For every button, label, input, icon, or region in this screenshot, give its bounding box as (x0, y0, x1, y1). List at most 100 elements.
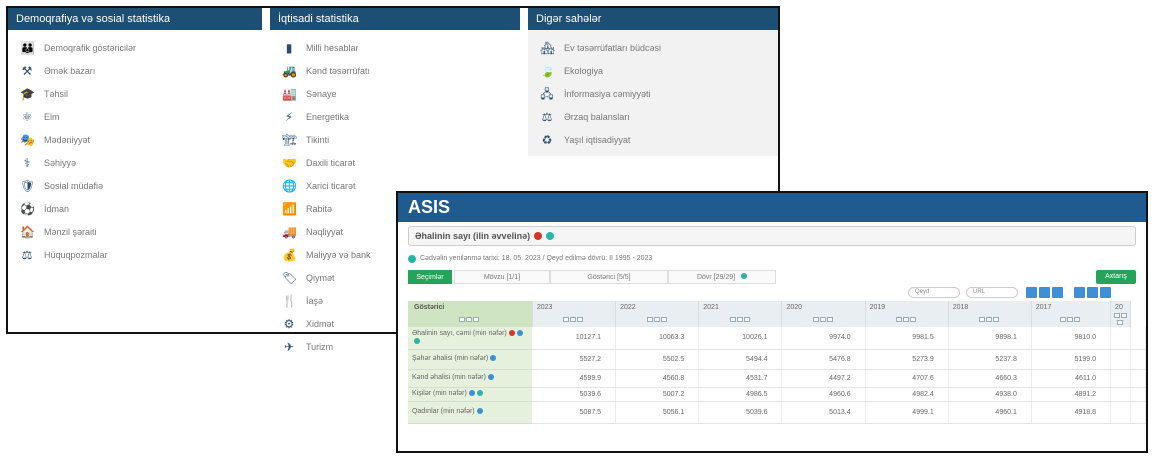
year-column-header[interactable]: 2017 (1031, 301, 1112, 313)
value-cell: 4497.2 (781, 369, 866, 388)
category-item-label: Maliyyə və bank (306, 249, 371, 260)
column-tool-icon[interactable] (646, 316, 653, 322)
value-cell: 4999.1 (865, 401, 949, 424)
column-tool-icon[interactable] (743, 316, 750, 322)
value-cell: 4918.8 (1031, 401, 1112, 424)
category-item[interactable]: 🏠 Mənzil şəraiti (8, 220, 262, 243)
column-tool-icon[interactable] (563, 316, 570, 322)
category-item[interactable]: ⚡ Energetika (270, 105, 520, 128)
category-item-label: Mənzil şəraiti (44, 226, 97, 237)
column-tool-icon[interactable] (570, 316, 577, 322)
value-cell: 10026.1 (698, 327, 783, 350)
plus-icon[interactable] (741, 273, 748, 279)
row-info-icon[interactable] (508, 329, 515, 336)
category-item[interactable]: 👪 Demoqrafik göstəricilər (8, 36, 262, 59)
year-column-header[interactable]: 2019 (865, 301, 949, 313)
year-column-header[interactable]: 2020 (781, 301, 866, 313)
year-column-header[interactable]: 20 (1110, 301, 1131, 313)
note-dropdown[interactable]: Qeyd (908, 287, 960, 298)
category-item[interactable]: 🎓 Təhsil (8, 82, 262, 105)
column-tool-icon[interactable] (827, 316, 834, 322)
column-tool-icon[interactable] (660, 316, 667, 322)
row-info-icon[interactable] (487, 374, 494, 381)
category-item[interactable]: 🖧 İnformasiya cəmiyyəti (528, 82, 778, 105)
column-tool-icon[interactable] (1060, 316, 1067, 322)
column-tool-icon[interactable] (813, 316, 820, 322)
tab-indicator[interactable]: Göstərici [5/5] (550, 270, 668, 284)
bar-chart-icon: ▮ (285, 40, 293, 55)
category-item[interactable]: 🍃 Ekologiya (528, 59, 778, 82)
category-header: Demoqrafiya və sosial statistika (8, 8, 262, 30)
category-item[interactable]: ⚛ Elm (8, 105, 262, 128)
category-item[interactable]: 🚜 Kənd təsərrüfatı (270, 59, 520, 82)
row-label: Əhalinin sayı, cəmi (min nəfər) (412, 329, 507, 337)
column-tool-icon[interactable] (653, 316, 660, 322)
year-column-header[interactable]: 2018 (948, 301, 1032, 313)
column-tool-icon[interactable] (1117, 320, 1124, 325)
search-button[interactable]: Axtarış (1096, 270, 1136, 284)
column-tool-icon[interactable] (820, 316, 827, 322)
row-info-icon[interactable] (490, 355, 497, 362)
column-tool-icon[interactable] (1120, 313, 1127, 318)
tab-options[interactable]: Seçimlər (408, 270, 452, 284)
export-csv-icon[interactable] (1039, 287, 1050, 298)
column-tool-icon[interactable] (473, 316, 480, 322)
tab-period[interactable]: Dövr [29/29] (668, 270, 776, 284)
print-icon[interactable] (1100, 287, 1111, 298)
category-item[interactable]: 🤝 Daxili ticarət (270, 151, 520, 174)
category-item[interactable]: ⚕ Səhiyyə (8, 151, 262, 174)
column-tools (532, 313, 617, 327)
column-tools (865, 313, 949, 327)
category-item[interactable]: 🎭 Mədəniyyət (8, 128, 262, 151)
column-tool-icon[interactable] (910, 316, 917, 322)
category-item-label: Elm (44, 111, 60, 122)
column-tools (781, 313, 866, 327)
row-info-icon[interactable] (516, 329, 523, 336)
column-tool-icon[interactable] (1074, 316, 1081, 322)
year-column-header[interactable]: 2022 (615, 301, 700, 313)
year-column-header[interactable]: 2023 (532, 301, 617, 313)
category-item[interactable]: ▮ Milli hesablar (270, 36, 520, 59)
category-item[interactable]: 🏭 Sənaye (270, 82, 520, 105)
category-item-label: Daxili ticarət (306, 157, 356, 168)
help-icon[interactable] (546, 232, 555, 240)
category-item[interactable]: ⚒ Əmək bazarı (8, 59, 262, 82)
row-info-icon[interactable] (476, 408, 483, 415)
row-indicator-cell: Əhalinin sayı, cəmi (min nəfər) (408, 327, 533, 350)
year-column-header[interactable]: 2021 (698, 301, 783, 313)
column-tool-icon[interactable] (979, 316, 986, 322)
category-item[interactable]: 🏗 Tikinti (270, 128, 520, 151)
column-tool-icon[interactable] (736, 316, 743, 322)
category-item[interactable]: ⚖ Ərzaq balansları (528, 105, 778, 128)
category-item[interactable]: 🏘 Ev təsərrüfatları büdcəsi (528, 36, 778, 59)
row-info-icon[interactable] (414, 337, 420, 344)
column-tool-icon[interactable] (577, 316, 584, 322)
font-increase-icon[interactable] (1074, 287, 1085, 298)
value-cell: 4531.7 (698, 369, 783, 388)
row-info-icon[interactable] (476, 390, 483, 397)
category-item[interactable]: ⚽ İdman (8, 197, 262, 220)
category-item[interactable]: ⚖ Hüquqpozmalar (8, 243, 262, 266)
font-decrease-icon[interactable] (1087, 287, 1098, 298)
info-icon[interactable] (534, 232, 543, 240)
column-tool-icon[interactable] (896, 316, 903, 322)
column-tool-icon[interactable] (1113, 313, 1120, 318)
row-info-icon[interactable] (468, 390, 475, 397)
column-tool-icon[interactable] (986, 316, 993, 322)
chart-icon[interactable] (1052, 287, 1063, 298)
column-tool-icon[interactable] (993, 316, 1000, 322)
column-tool-icon[interactable] (729, 316, 736, 322)
export-excel-icon[interactable] (1026, 287, 1037, 298)
url-dropdown[interactable]: URL (966, 287, 1018, 298)
column-tool-icon[interactable] (903, 316, 910, 322)
value-cell: 5199.0 (1031, 349, 1112, 370)
column-tool-icon[interactable] (459, 316, 466, 322)
category-item[interactable]: 🛡 Sosial müdafiə (8, 174, 262, 197)
service-icon: ⚙ (283, 316, 295, 331)
header-tool-row (408, 313, 1146, 327)
indicator-column-header: Göstərici (408, 301, 533, 313)
column-tool-icon[interactable] (466, 316, 473, 322)
category-item[interactable]: ♻ Yaşıl iqtisadiyyat (528, 128, 778, 151)
tab-topic[interactable]: Mövzu [1/1] (454, 270, 550, 284)
column-tool-icon[interactable] (1067, 316, 1074, 322)
